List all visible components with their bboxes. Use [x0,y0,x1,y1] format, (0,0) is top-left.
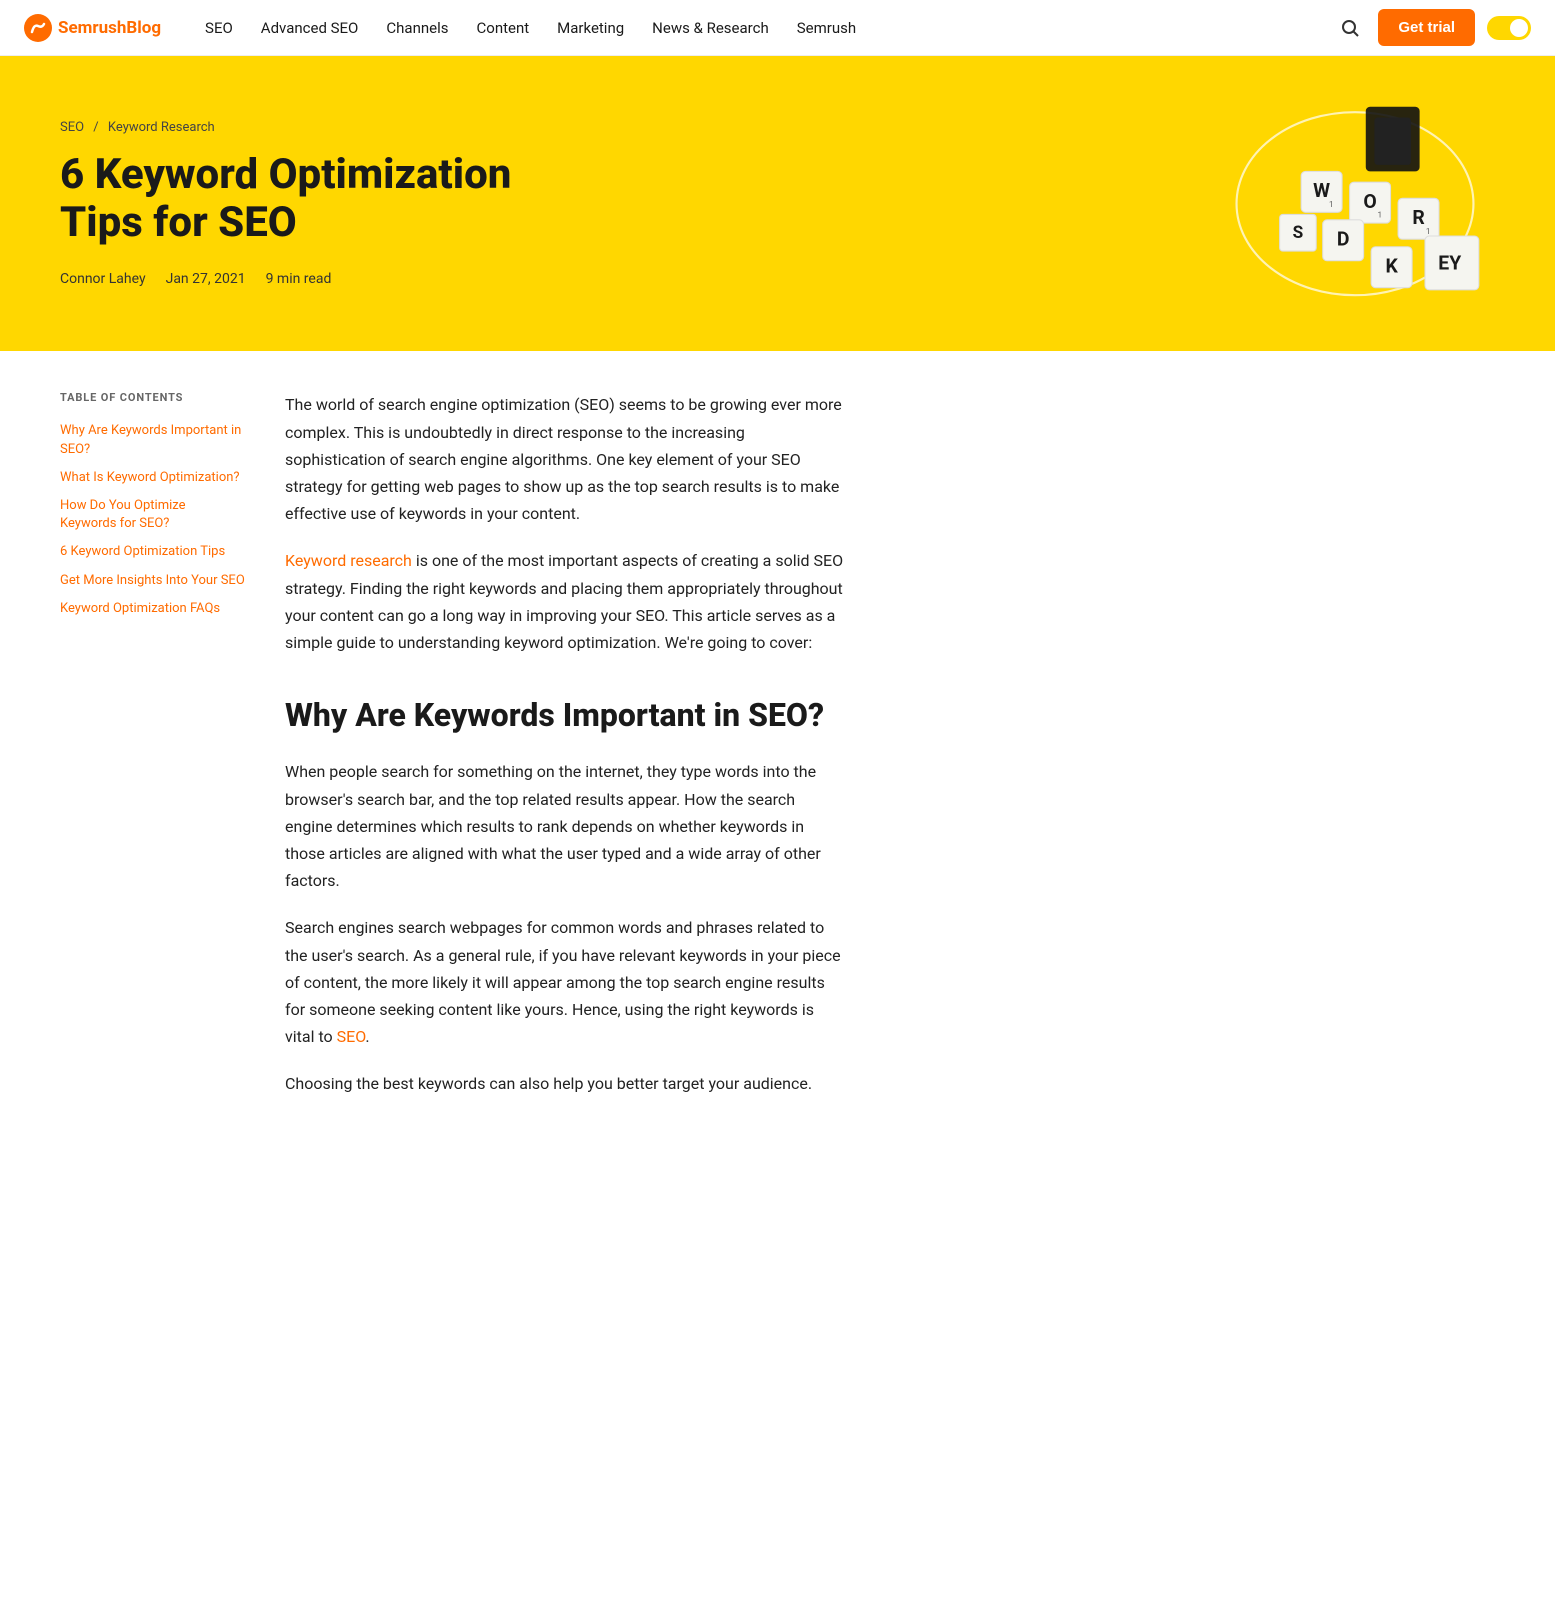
seo-link[interactable]: SEO [337,1027,366,1046]
theme-toggle[interactable] [1487,16,1531,40]
breadcrumb-keyword-research[interactable]: Keyword Research [108,120,215,135]
nav-item-seo[interactable]: SEO [193,11,245,45]
toc-item: What Is Keyword Optimization? [60,465,245,491]
content-wrapper: TABLE OF CONTENTS Why Are Keywords Impor… [0,351,1100,1157]
author-name: Connor Lahey [60,271,146,287]
section1-paragraph-2: Search engines search webpages for commo… [285,914,845,1050]
toc-item: Keyword Optimization FAQs [60,596,245,622]
nav-actions: Get trial [1334,9,1531,46]
search-icon [1340,18,1360,38]
toc-item: 6 Keyword Optimization Tips [60,539,245,565]
nav-item-advanced-seo[interactable]: Advanced SEO [249,11,371,45]
svg-text:W: W [1313,179,1330,202]
nav-item-news-research[interactable]: News & Research [640,11,781,45]
table-of-contents: TABLE OF CONTENTS Why Are Keywords Impor… [60,391,245,1117]
breadcrumb-separator: / [93,120,102,135]
toc-link-keywords-important[interactable]: Why Are Keywords Important in SEO? [60,418,245,462]
nav-links: SEO Advanced SEO Channels Content Market… [193,11,1334,45]
svg-text:K: K [1385,255,1398,278]
nav-item-marketing[interactable]: Marketing [545,11,636,45]
svg-text:S: S [1293,223,1304,243]
nav-item-channels[interactable]: Channels [374,11,460,45]
hero-illustration: W 1 O 1 R 1 D K EY S [1215,96,1495,311]
breadcrumb-seo[interactable]: SEO [60,120,84,135]
toc-link-more-insights[interactable]: Get More Insights Into Your SEO [60,568,245,594]
logo-brand: Semrush [58,18,126,38]
toc-item: How Do You Optimize Keywords for SEO? [60,493,245,537]
toc-list: Why Are Keywords Important in SEO? What … [60,418,245,622]
toc-heading: TABLE OF CONTENTS [60,391,245,404]
svg-text:D: D [1337,228,1350,251]
read-time: 9 min read [266,271,332,287]
nav-item-semrush[interactable]: Semrush [785,11,868,45]
toc-item: Why Are Keywords Important in SEO? [60,418,245,462]
section1-p2-suffix: . [365,1027,369,1046]
keyword-research-link[interactable]: Keyword research [285,551,412,570]
logo-text: SemrushBlog [58,18,161,38]
toc-item: Get More Insights Into Your SEO [60,568,245,594]
page-title: 6 Keyword Optimization Tips for SEO [60,151,580,248]
intro-paragraph-2: Keyword research is one of the most impo… [285,547,845,656]
article-meta: Connor Lahey Jan 27, 2021 9 min read [60,271,580,287]
svg-text:1: 1 [1377,211,1382,221]
section1-paragraph-3: Choosing the best keywords can also help… [285,1070,845,1097]
semrush-logo-icon [24,14,52,42]
nav-item-content[interactable]: Content [465,11,542,45]
toc-link-how-optimize[interactable]: How Do You Optimize Keywords for SEO? [60,493,245,537]
logo-link[interactable]: SemrushBlog [24,14,161,42]
hero-left: SEO / Keyword Research 6 Keyword Optimiz… [60,120,580,288]
svg-text:EY: EY [1438,251,1461,274]
hero-section: SEO / Keyword Research 6 Keyword Optimiz… [0,56,1555,351]
svg-text:1: 1 [1329,200,1334,210]
search-button[interactable] [1334,12,1366,44]
breadcrumb: SEO / Keyword Research [60,120,580,135]
svg-text:O: O [1363,190,1376,213]
toc-link-what-is-keyword[interactable]: What Is Keyword Optimization? [60,465,245,491]
svg-text:1: 1 [1426,227,1431,237]
get-trial-button[interactable]: Get trial [1378,9,1475,46]
logo-blog: Blog [126,18,161,38]
toc-link-faqs[interactable]: Keyword Optimization FAQs [60,596,245,622]
publish-date: Jan 27, 2021 [166,271,246,287]
navigation: SemrushBlog SEO Advanced SEO Channels Co… [0,0,1555,56]
main-content: The world of search engine optimization … [285,391,845,1117]
scrabble-illustration: W 1 O 1 R 1 D K EY S [1215,96,1495,311]
intro-paragraph-1: The world of search engine optimization … [285,391,845,527]
svg-text:R: R [1412,206,1424,229]
section1-heading: Why Are Keywords Important in SEO? [285,696,845,734]
toc-link-6-tips[interactable]: 6 Keyword Optimization Tips [60,539,245,565]
section1-paragraph-1: When people search for something on the … [285,758,845,894]
